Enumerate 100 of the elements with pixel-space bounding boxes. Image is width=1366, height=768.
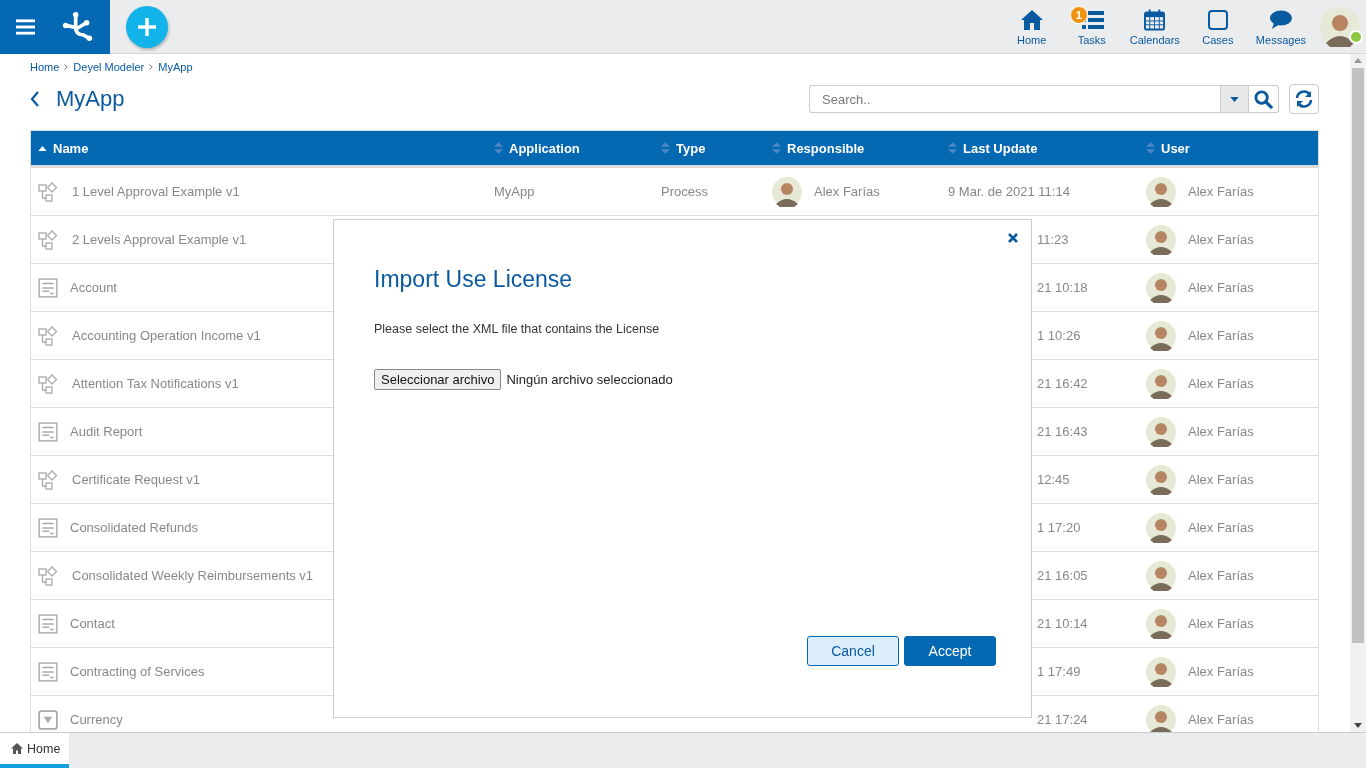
process-diagram-icon xyxy=(38,373,58,394)
search-icon xyxy=(1254,89,1273,109)
table-cell: Alex Farías xyxy=(1188,664,1254,679)
plus-icon xyxy=(137,16,157,37)
avatar xyxy=(1146,176,1176,207)
column-header[interactable]: User xyxy=(1139,140,1318,156)
avatar xyxy=(1146,320,1176,351)
avatar xyxy=(1146,560,1176,591)
bottom-tab[interactable]: Home xyxy=(0,733,70,768)
avatar xyxy=(1146,656,1176,687)
dropdown-button[interactable] xyxy=(1220,85,1249,113)
cancel-button[interactable]: Cancel xyxy=(807,636,899,666)
scroll-down-icon[interactable] xyxy=(1354,723,1362,728)
table-cell: 21 10:14 xyxy=(1037,616,1088,631)
close-icon[interactable] xyxy=(1008,233,1018,243)
table-cell: Alex Farías xyxy=(1188,472,1254,487)
nav-link[interactable]: 1 Tasks xyxy=(1061,7,1122,46)
table-cell: MyApp xyxy=(494,184,535,199)
table-cell: 1 17:49 xyxy=(1037,664,1081,679)
table-cell[interactable]: Contracting of Services xyxy=(70,664,205,679)
table-cell: 11:23 xyxy=(1037,232,1069,247)
table-cell[interactable]: 2 Levels Approval Example v1 xyxy=(72,232,247,247)
nav-link[interactable]: Home xyxy=(1001,7,1062,46)
scrollbar[interactable] xyxy=(1350,54,1366,732)
form-icon xyxy=(38,277,58,298)
choose-file-button[interactable]: Seleccionar archivo xyxy=(374,369,502,390)
square-icon xyxy=(1207,9,1228,30)
home-icon xyxy=(1019,8,1044,31)
form-icon xyxy=(38,517,58,538)
form-icon xyxy=(38,661,58,682)
form-icon xyxy=(38,613,58,634)
table-cell[interactable]: Account xyxy=(70,280,117,295)
table-cell: 12:45 xyxy=(1037,472,1070,487)
table-cell: Alex Farías xyxy=(1188,712,1254,727)
table-cell: 21 10:18 xyxy=(1037,280,1088,295)
avatar xyxy=(772,176,802,207)
table-cell: Alex Farías xyxy=(1188,232,1254,247)
avatar xyxy=(1146,464,1176,495)
table-cell: 21 16:43 xyxy=(1037,424,1088,439)
table-cell: 21 17:24 xyxy=(1037,712,1088,727)
table-cell: Alex Farías xyxy=(1188,376,1254,391)
table-cell: 21 16:42 xyxy=(1037,376,1088,391)
dropdown-list-icon xyxy=(38,709,58,730)
column-header[interactable]: Last Update xyxy=(941,140,1139,156)
table-cell: 1 10:26 xyxy=(1037,328,1081,343)
search-field[interactable]: Search.. xyxy=(809,85,1220,113)
table-cell[interactable]: Certificate Request v1 xyxy=(72,472,200,487)
dialog-title: Import Use License xyxy=(374,266,574,293)
table-cell[interactable]: Currency xyxy=(70,712,123,727)
table-cell: Alex Farías xyxy=(1188,328,1254,343)
process-diagram-icon xyxy=(38,181,58,202)
process-diagram-icon xyxy=(38,565,58,586)
caret-down-icon xyxy=(1230,96,1239,102)
user-avatar[interactable] xyxy=(1320,6,1360,47)
calendar-icon xyxy=(1144,8,1166,31)
avatar xyxy=(1146,512,1176,543)
column-header[interactable]: Application xyxy=(487,140,654,156)
form-icon xyxy=(38,421,58,442)
breadcrumb-link[interactable]: Home xyxy=(30,61,60,73)
table-cell[interactable]: Audit Report xyxy=(70,424,143,439)
page-title: MyApp xyxy=(56,86,125,112)
chevron-right-icon xyxy=(149,64,154,70)
count-badge: 1 xyxy=(1069,5,1088,24)
column-header[interactable]: Type xyxy=(654,140,765,156)
table-cell: Alex Farías xyxy=(1188,280,1254,295)
dialog-message: Please select the XML file that contains the License xyxy=(374,322,661,336)
chat-bubble-icon xyxy=(1268,9,1293,30)
back-icon[interactable] xyxy=(30,91,40,107)
search-button[interactable] xyxy=(1249,85,1279,113)
nav-link[interactable]: Messages xyxy=(1247,7,1314,46)
logo-icon[interactable] xyxy=(61,11,94,42)
table-cell: 21 16:05 xyxy=(1037,568,1088,583)
table-cell[interactable]: Consolidated Weekly Reimbursements v1 xyxy=(72,568,314,583)
table-cell[interactable]: 1 Level Approval Example v1 xyxy=(72,184,240,199)
table-cell: Alex Farías xyxy=(1188,568,1254,583)
accept-button[interactable]: Accept xyxy=(904,636,996,666)
table-cell[interactable]: Contact xyxy=(70,616,115,631)
menu-icon[interactable] xyxy=(16,18,35,35)
nav-link[interactable]: Calendars xyxy=(1121,7,1188,46)
table-cell[interactable]: Accounting Operation Income v1 xyxy=(72,328,261,343)
home-icon xyxy=(11,743,23,754)
table-cell: Process xyxy=(661,184,708,199)
nav-link[interactable]: Cases xyxy=(1187,7,1248,46)
column-header[interactable]: Name xyxy=(31,140,487,156)
process-diagram-icon xyxy=(38,325,58,346)
avatar xyxy=(1146,272,1176,303)
table-cell[interactable]: Attention Tax Notifications v1 xyxy=(72,376,239,391)
process-diagram-icon xyxy=(38,469,58,490)
table-cell: Alex Farías xyxy=(1188,520,1254,535)
table-cell[interactable]: Consolidated Refunds xyxy=(70,520,198,535)
refresh-button[interactable] xyxy=(1289,84,1319,114)
breadcrumb-link[interactable]: MyApp xyxy=(158,61,193,73)
refresh-icon xyxy=(1294,89,1314,109)
breadcrumb-link[interactable]: Deyel Modeler xyxy=(73,61,145,73)
avatar xyxy=(1146,704,1176,732)
table-cell: 9 Mar. de 2021 11:14 xyxy=(948,184,1070,199)
avatar xyxy=(1146,416,1176,447)
avatar xyxy=(1146,368,1176,399)
column-header[interactable]: Responsible xyxy=(765,140,941,156)
table-cell: Alex Farías xyxy=(1188,424,1254,439)
